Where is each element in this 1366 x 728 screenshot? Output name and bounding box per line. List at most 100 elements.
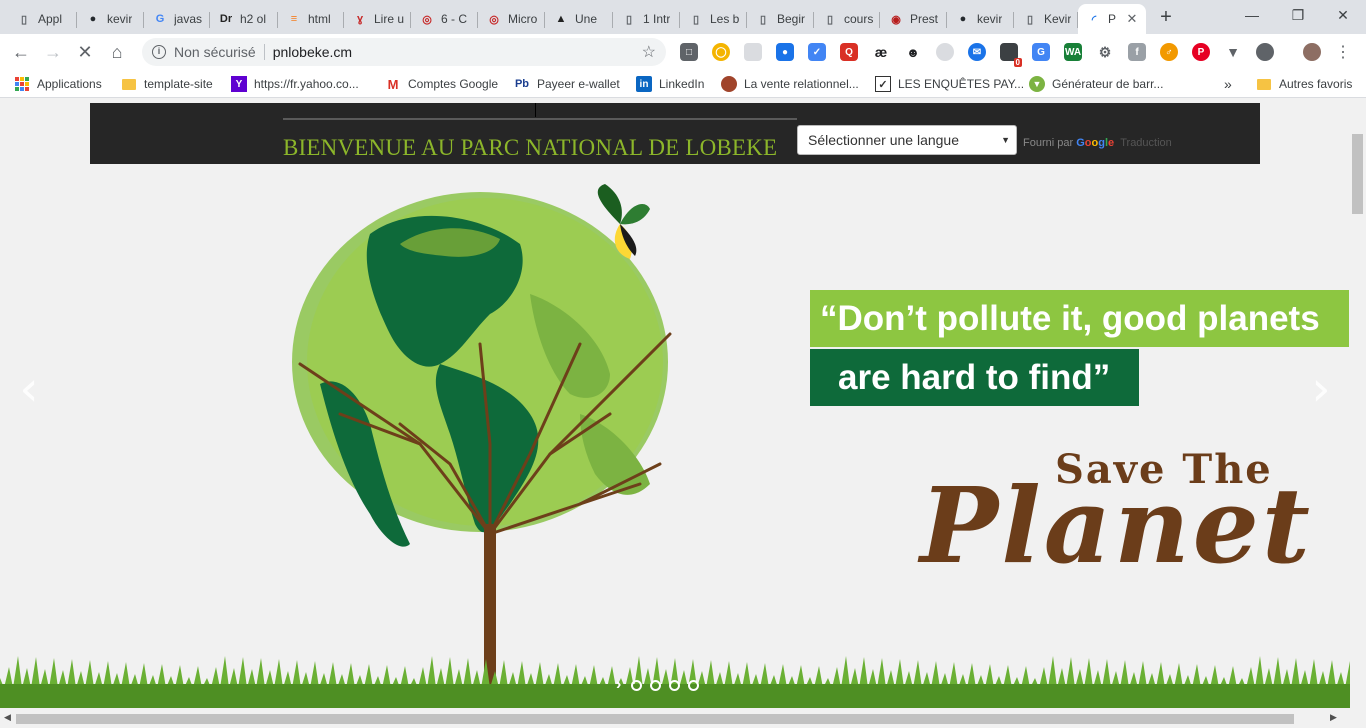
bookmark-google-accounts[interactable]: M Comptes Google bbox=[385, 75, 498, 93]
extension-icon[interactable]: ▼ bbox=[1224, 43, 1242, 61]
bookmarks-overflow[interactable]: » bbox=[1224, 75, 1232, 93]
header-divider bbox=[535, 103, 536, 117]
extension-badge: 0 bbox=[1013, 58, 1022, 67]
translate-link[interactable]: Traduction bbox=[1120, 137, 1172, 149]
tab[interactable]: ≡ html bbox=[278, 4, 344, 34]
header-rule bbox=[283, 118, 797, 120]
scroll-left-icon[interactable]: ◀ bbox=[4, 712, 11, 723]
tab[interactable]: ▯ Kevir bbox=[1014, 4, 1078, 34]
extension-icon[interactable]: ♂ bbox=[1160, 43, 1178, 61]
tab[interactable]: Gjavas bbox=[144, 4, 210, 34]
extension-icon[interactable]: 0 bbox=[1000, 43, 1022, 67]
page-icon: ▯ bbox=[625, 13, 633, 26]
tab[interactable]: ◉ Prest bbox=[880, 4, 947, 34]
google-logo[interactable]: Google bbox=[1076, 137, 1114, 149]
messenger-icon[interactable]: ✉ bbox=[968, 43, 986, 61]
back-icon[interactable]: ← bbox=[9, 40, 33, 64]
extension-icon[interactable] bbox=[744, 43, 762, 61]
folder-icon bbox=[1256, 76, 1272, 92]
bookmark-vente-relationnelle[interactable]: La vente relationnel... bbox=[721, 75, 859, 93]
bookmark-other-favorites[interactable]: Autres favoris bbox=[1256, 75, 1352, 93]
extension-icon[interactable]: WA bbox=[1064, 43, 1082, 61]
linkedin-icon: in bbox=[636, 76, 652, 92]
pinterest-icon[interactable]: P bbox=[1192, 43, 1210, 61]
menu-icon[interactable]: ⋮ bbox=[1331, 40, 1355, 64]
carousel-indicator-dot[interactable] bbox=[650, 679, 662, 691]
bookmark-label: template-site bbox=[144, 77, 213, 91]
vertical-scrollbar[interactable] bbox=[1350, 98, 1366, 708]
bookmark-yahoo[interactable]: Y https://fr.yahoo.co... bbox=[231, 75, 359, 93]
tab[interactable]: ▯ 1 Intr bbox=[613, 4, 680, 34]
tab-title: kevir bbox=[977, 12, 1003, 26]
extension-icon[interactable]: ☻ bbox=[904, 43, 922, 61]
carousel-next-button[interactable]: › bbox=[1306, 361, 1336, 417]
bookmark-star-icon[interactable]: ☆ bbox=[642, 42, 656, 62]
extension-icon[interactable]: ◯ bbox=[712, 43, 730, 61]
tab-title: 1 Intr bbox=[643, 12, 671, 26]
facebook-icon[interactable]: f bbox=[1128, 43, 1146, 61]
carousel-prev-button[interactable]: ‹ bbox=[14, 361, 44, 417]
minimize-icon[interactable]: — bbox=[1229, 0, 1275, 30]
bookmark-label: Payeer e-wallet bbox=[537, 77, 620, 91]
tab[interactable]: ● kevir bbox=[77, 4, 144, 34]
tab[interactable]: ɣ Lire u bbox=[344, 4, 411, 34]
tab[interactable]: ● kevir bbox=[947, 4, 1014, 34]
carousel-indicator-dot[interactable] bbox=[631, 679, 643, 691]
extension-icon[interactable]: ✓ bbox=[808, 43, 826, 61]
tab-active[interactable]: ◜ P ✕ bbox=[1078, 4, 1146, 34]
tab[interactable]: ▯ Les b bbox=[680, 4, 747, 34]
generator-icon: ▼ bbox=[1029, 76, 1045, 92]
openclassrooms-icon: ◎ bbox=[489, 13, 499, 26]
bookmark-label: https://fr.yahoo.co... bbox=[254, 77, 359, 91]
dr-icon: Dr bbox=[219, 13, 233, 25]
tab-title: Kevir bbox=[1044, 12, 1072, 26]
bookmark-payeer[interactable]: Pb Payeer e-wallet bbox=[514, 75, 620, 93]
home-icon[interactable]: ⌂ bbox=[105, 40, 129, 64]
scrollbar-thumb[interactable] bbox=[1352, 134, 1363, 214]
url-text[interactable]: pnlobeke.cm bbox=[273, 44, 352, 60]
bookmark-linkedin[interactable]: in LinkedIn bbox=[636, 75, 704, 93]
bookmark-applications[interactable]: Applications bbox=[14, 75, 102, 93]
scroll-right-icon[interactable]: ▶ bbox=[1330, 712, 1337, 723]
tab-title: Les b bbox=[710, 12, 740, 26]
tab[interactable]: ◎ 6 - C bbox=[411, 4, 478, 34]
extension-icon[interactable]: Q bbox=[840, 43, 858, 61]
tab[interactable]: ◎ Micro bbox=[478, 4, 545, 34]
forward-icon[interactable]: → bbox=[41, 40, 65, 64]
chevron-down-icon: ▼ bbox=[1001, 135, 1010, 145]
close-window-icon[interactable]: ✕ bbox=[1320, 0, 1366, 30]
extension-icon[interactable]: □ bbox=[680, 43, 698, 61]
restore-icon[interactable]: ❐ bbox=[1275, 0, 1321, 30]
extension-icon[interactable] bbox=[936, 43, 954, 61]
bookmark-generateur[interactable]: ▼ Générateur de barr... bbox=[1029, 75, 1163, 93]
feather-icon: ɣ bbox=[356, 13, 364, 25]
tab[interactable]: ▲ Une bbox=[545, 4, 613, 34]
tab[interactable]: ▯ Appl bbox=[8, 4, 77, 34]
stop-loading-icon[interactable]: ✕ bbox=[73, 40, 97, 64]
info-icon[interactable]: i bbox=[152, 45, 166, 59]
new-tab-button[interactable]: + bbox=[1155, 6, 1177, 28]
extension-icon[interactable]: ⚙ bbox=[1096, 43, 1114, 61]
tab[interactable]: ▯ cours bbox=[814, 4, 880, 34]
tab[interactable]: Dr h2 ol bbox=[210, 4, 278, 34]
extension-icon[interactable]: æ bbox=[872, 43, 890, 61]
language-select[interactable]: Sélectionner une langue ▼ bbox=[797, 125, 1017, 155]
stackoverflow-icon: ≡ bbox=[290, 13, 298, 25]
page-viewport: BIENVENUE AU PARC NATIONAL DE LOBEKE Sél… bbox=[0, 98, 1350, 708]
tab[interactable]: ▯ Begir bbox=[747, 4, 814, 34]
extension-icon[interactable] bbox=[1256, 43, 1274, 61]
close-tab-icon[interactable]: ✕ bbox=[1124, 11, 1140, 27]
carousel-indicator-dot[interactable] bbox=[669, 679, 681, 691]
bookmark-enquetes[interactable]: ✓ LES ENQUÊTES PAY... bbox=[875, 75, 1024, 93]
extension-icon[interactable]: ● bbox=[776, 43, 794, 61]
site-header: BIENVENUE AU PARC NATIONAL DE LOBEKE Sél… bbox=[90, 103, 1260, 164]
avatar[interactable] bbox=[1303, 43, 1321, 61]
carousel-indicator-dot[interactable] bbox=[688, 679, 700, 691]
address-bar[interactable]: i Non sécurisé pnlobeke.cm ☆ bbox=[142, 38, 666, 66]
scrollbar-thumb[interactable] bbox=[16, 714, 1294, 724]
bookmark-template-site[interactable]: template-site bbox=[121, 75, 213, 93]
translate-icon[interactable]: G bbox=[1032, 43, 1050, 61]
horizontal-scrollbar[interactable]: ◀ ▶ bbox=[0, 708, 1366, 728]
carousel-indicator-arrow[interactable]: › bbox=[616, 676, 621, 694]
globe-tree-illustration bbox=[292, 184, 672, 708]
